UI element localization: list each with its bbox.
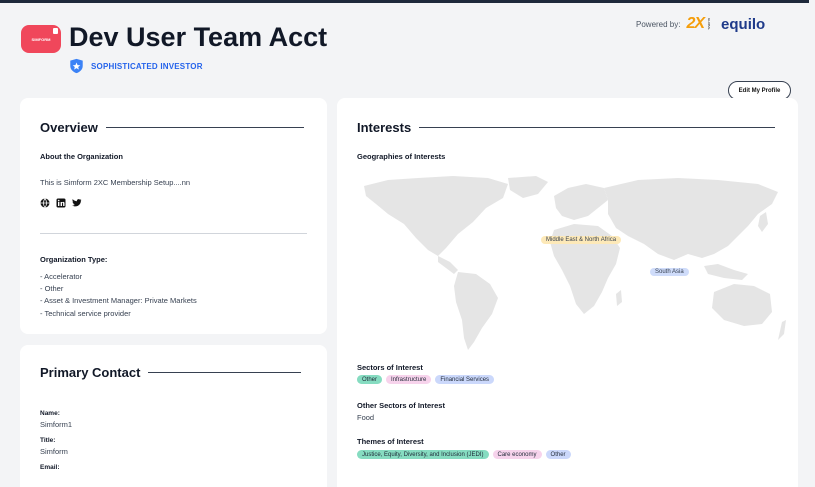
- geographies-label: Geographies of Interests: [357, 152, 446, 161]
- overview-title: Overview: [40, 120, 304, 135]
- powered-by: Powered by: 2X GLOBAL equilo: [636, 15, 765, 33]
- list-item: - Asset & Investment Manager: Private Ma…: [40, 296, 197, 306]
- 2x-logo[interactable]: 2X: [686, 15, 705, 33]
- org-logo: SIMFORM: [21, 25, 61, 53]
- region-south-asia-label: South Asia: [650, 268, 689, 276]
- theme-tag: Justice, Equity, Diversity, and Inclusio…: [357, 450, 489, 459]
- overview-card: Overview About the Organization This is …: [20, 98, 327, 334]
- sectors-tags: Other Infrastructure Financial Services: [357, 375, 495, 384]
- org-type-label: Organization Type:: [40, 255, 108, 264]
- org-name: Dev User Team Acct: [69, 22, 328, 52]
- list-item: - Accelerator: [40, 272, 83, 281]
- interests-card: Interests Geographies of Interests Middl…: [337, 98, 798, 487]
- sector-tag: Infrastructure: [386, 375, 432, 384]
- investor-badge: SOPHISTICATED INVESTOR: [69, 58, 203, 74]
- sectors-label: Sectors of Interest: [357, 363, 423, 372]
- about-label: About the Organization: [40, 152, 123, 161]
- contact-name-value: Simform1: [40, 420, 73, 429]
- world-map: [364, 176, 786, 350]
- shield-star-icon: [70, 58, 83, 74]
- other-sectors-value: Food: [357, 413, 375, 422]
- twitter-icon[interactable]: [72, 198, 82, 208]
- primary-contact-card: Primary Contact Name: Simform1 Title: Si…: [20, 345, 327, 487]
- list-item: - Other: [40, 284, 64, 294]
- region-mena-label: Middle East & North Africa: [541, 236, 622, 244]
- powered-by-label: Powered by:: [636, 19, 681, 29]
- 2x-logo-sub: GLOBAL: [707, 17, 712, 30]
- top-bar: [0, 0, 809, 3]
- primary-contact-title: Primary Contact: [40, 365, 302, 380]
- linkedin-icon[interactable]: [56, 198, 66, 208]
- about-text: This is Simform 2XC Membership Setup....…: [40, 178, 191, 187]
- org-type-list: - Accelerator - Other - Asset & Investme…: [40, 271, 197, 320]
- org-logo-text: SIMFORM: [31, 36, 51, 42]
- sector-tag: Other: [357, 375, 383, 384]
- contact-title-label: Title:: [40, 437, 56, 444]
- overview-divider: [40, 233, 307, 234]
- other-sectors-label: Other Sectors of Interest: [357, 401, 445, 410]
- contact-name-label: Name:: [40, 410, 60, 417]
- investor-badge-label: SOPHISTICATED INVESTOR: [91, 61, 203, 71]
- themes-tags: Justice, Equity, Diversity, and Inclusio…: [357, 450, 571, 459]
- interests-title: Interests: [357, 120, 776, 135]
- contact-email-label: Email:: [40, 464, 60, 471]
- contact-title-value: Simform: [40, 447, 68, 456]
- sector-tag: Financial Services: [435, 375, 495, 384]
- theme-tag: Other: [545, 450, 571, 459]
- theme-tag: Care economy: [492, 450, 542, 459]
- list-item: - Technical service provider: [40, 308, 131, 318]
- social-links: [40, 198, 82, 208]
- equilo-logo[interactable]: equilo: [721, 16, 765, 33]
- globe-icon[interactable]: [40, 198, 50, 208]
- themes-label: Themes of Interest: [357, 437, 424, 446]
